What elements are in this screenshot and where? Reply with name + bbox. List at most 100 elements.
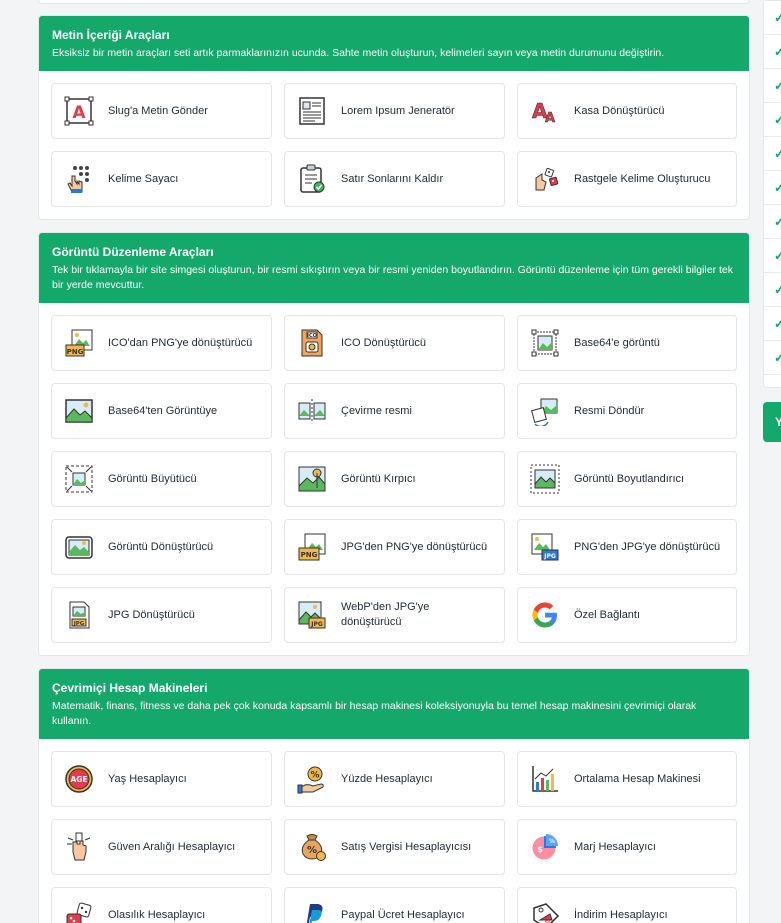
tool-label: Paypal Ücret Hesaplayıcı bbox=[341, 908, 465, 921]
section-title: Görüntü Düzenleme Araçları bbox=[52, 245, 214, 259]
tool-label: JPG'den PNG'ye dönüştürücü bbox=[341, 540, 488, 553]
tool-image-to-base64[interactable]: Base64'e görüntü bbox=[517, 315, 737, 371]
tool-label: Rastgele Kelime Oluşturucu bbox=[574, 172, 711, 185]
tool-label: JPG Dönüştürücü bbox=[108, 608, 195, 621]
text-to-slug-icon: A bbox=[64, 96, 94, 126]
check-icon: ✓ bbox=[764, 103, 781, 137]
tool-ico-to-png[interactable]: PNG ICO'dan PNG'ye dönüştürücü bbox=[51, 315, 272, 371]
section-description: Tek bir tıklamayla bir site simgesi oluş… bbox=[52, 264, 734, 291]
tool-lorem-ipsum[interactable]: Lorem Ipsum Jeneratör bbox=[284, 83, 505, 139]
confidence-icon bbox=[64, 832, 94, 862]
tool-discount[interactable]: % İndirim Hesaplayıcı bbox=[517, 887, 737, 923]
tool-margin-calculator[interactable]: $% Marj Hesaplayıcı bbox=[517, 819, 737, 875]
section-header: Çevrimiçi Hesap Makineleri Matematik, fi… bbox=[39, 669, 749, 739]
tool-label: İndirim Hesaplayıcı bbox=[574, 908, 668, 921]
tool-grid: PNG ICO'dan PNG'ye dönüştürücü ICO ICO D… bbox=[39, 303, 749, 655]
tool-random-word[interactable]: Rastgele Kelime Oluşturucu bbox=[517, 151, 737, 207]
svg-text:%: % bbox=[549, 838, 555, 845]
svg-text:JPG: JPG bbox=[543, 553, 556, 560]
tool-label: Görüntü Dönüştürücü bbox=[108, 540, 214, 553]
check-icon: ✓ bbox=[764, 137, 781, 171]
tool-label: Slug'a Metin Gönder bbox=[108, 104, 208, 117]
section-header: Metin İçeriği Araçları Eksiksiz bir meti… bbox=[39, 16, 749, 71]
svg-text:$: $ bbox=[537, 845, 543, 854]
tool-label: Görüntü Kırpıcı bbox=[341, 472, 416, 485]
tool-base64-to-image[interactable]: Base64'ten Görüntüye bbox=[51, 383, 272, 439]
tool-label: Çevirme resmi bbox=[341, 404, 412, 417]
resize-image-icon bbox=[530, 464, 560, 494]
svg-text:%: % bbox=[307, 845, 317, 856]
tool-paypal-fee[interactable]: Paypal Ücret Hesaplayıcı bbox=[284, 887, 505, 923]
tool-text-to-slug[interactable]: A Slug'a Metin Gönder bbox=[51, 83, 272, 139]
tool-label: Ortalama Hesap Makinesi bbox=[574, 772, 701, 785]
check-icon: ✓ bbox=[764, 239, 781, 273]
previous-card-edge bbox=[38, 0, 750, 4]
section-header: Görüntü Düzenleme Araçları Tek bir tıkla… bbox=[39, 233, 749, 303]
tool-average-calculator[interactable]: Ortalama Hesap Makinesi bbox=[517, 751, 737, 807]
jpg-to-png-icon: PNG bbox=[297, 532, 327, 562]
tool-label: Resmi Döndür bbox=[574, 404, 645, 417]
check-icon: ✓ bbox=[764, 1, 781, 35]
tool-probability[interactable]: Olasılık Hesaplayıcı bbox=[51, 887, 272, 923]
sidebar-action-button[interactable]: Y bbox=[763, 402, 781, 442]
check-icon: ✓ bbox=[764, 273, 781, 307]
tool-grid: AGE Yaş Hesaplayıcı % Yüzde Hesaplayıcı … bbox=[39, 739, 749, 923]
tool-label: WebP'den JPG'ye dönüştürücü bbox=[341, 601, 430, 628]
tool-label: Satır Sonlarını Kaldır bbox=[341, 172, 444, 185]
section-calculators: Çevrimiçi Hesap Makineleri Matematik, fi… bbox=[38, 668, 750, 923]
webp-to-jpg-icon: JPG bbox=[297, 600, 327, 630]
tool-ico-converter[interactable]: ICO ICO Dönüştürücü bbox=[284, 315, 505, 371]
check-icon: ✓ bbox=[764, 307, 781, 341]
tool-grid: A Slug'a Metin Gönder Lorem Ipsum Jenera… bbox=[39, 71, 749, 219]
tool-case-converter[interactable]: AA Kasa Dönüştürücü bbox=[517, 83, 737, 139]
tool-label: Base64'ten Görüntüye bbox=[108, 404, 218, 417]
tool-image-converter[interactable]: Görüntü Dönüştürücü bbox=[51, 519, 272, 575]
tool-image-resizer[interactable]: Görüntü Boyutlandırıcı bbox=[517, 451, 737, 507]
tool-rotate-image[interactable]: Resmi Döndür bbox=[517, 383, 737, 439]
tool-flip-image[interactable]: Çevirme resmi bbox=[284, 383, 505, 439]
tool-confidence-interval[interactable]: Güven Aralığı Hesaplayıcı bbox=[51, 819, 272, 875]
check-icon: ✓ bbox=[764, 341, 781, 375]
tool-image-enlarger[interactable]: Görüntü Büyütücü bbox=[51, 451, 272, 507]
tool-word-counter[interactable]: Kelime Sayacı bbox=[51, 151, 272, 207]
tool-label: Görüntü Büyütücü bbox=[108, 472, 197, 485]
google-icon bbox=[530, 600, 560, 630]
tool-label: Yüzde Hesaplayıcı bbox=[341, 772, 433, 785]
tool-label: Yaş Hesaplayıcı bbox=[108, 772, 187, 785]
lorem-ipsum-icon bbox=[297, 96, 327, 126]
jpg-file-icon: JPG bbox=[64, 600, 94, 630]
tool-custom-link[interactable]: Özel Bağlantı bbox=[517, 587, 737, 643]
tool-label: Görüntü Boyutlandırıcı bbox=[574, 472, 685, 485]
image-icon bbox=[64, 396, 94, 426]
tool-label: Olasılık Hesaplayıcı bbox=[108, 908, 206, 921]
discount-tag-icon: % bbox=[530, 900, 560, 923]
tool-image-cropper[interactable]: Görüntü Kırpıcı bbox=[284, 451, 505, 507]
svg-text:JPG: JPG bbox=[310, 621, 323, 628]
image-frame-icon bbox=[530, 328, 560, 358]
flip-image-icon bbox=[297, 396, 327, 426]
section-text-tools: Metin İçeriği Araçları Eksiksiz bir meti… bbox=[38, 15, 750, 220]
section-image-tools: Görüntü Düzenleme Araçları Tek bir tıkla… bbox=[38, 232, 750, 656]
tool-sales-tax[interactable]: % Satış Vergisi Hesaplayıcısı bbox=[284, 819, 505, 875]
svg-text:AGE: AGE bbox=[70, 775, 87, 784]
average-chart-icon bbox=[530, 764, 560, 794]
enlarge-image-icon bbox=[64, 464, 94, 494]
tool-jpg-converter[interactable]: JPG JPG Dönüştürücü bbox=[51, 587, 272, 643]
section-description: Matematik, finans, fitness ve daha pek ç… bbox=[52, 700, 697, 727]
word-counter-icon bbox=[64, 164, 94, 194]
dice-icon bbox=[64, 900, 94, 923]
tool-remove-line-breaks[interactable]: Satır Sonlarını Kaldır bbox=[284, 151, 505, 207]
tool-jpg-to-png[interactable]: PNG JPG'den PNG'ye dönüştürücü bbox=[284, 519, 505, 575]
svg-text:A: A bbox=[545, 111, 555, 126]
tool-png-to-jpg[interactable]: JPG PNG'den JPG'ye dönüştürücü bbox=[517, 519, 737, 575]
png-file-icon: PNG bbox=[64, 328, 94, 358]
tool-percentage-calculator[interactable]: % Yüzde Hesaplayıcı bbox=[284, 751, 505, 807]
png-to-jpg-icon: JPG bbox=[530, 532, 560, 562]
tool-label: PNG'den JPG'ye dönüştürücü bbox=[574, 540, 721, 553]
paypal-icon bbox=[297, 900, 327, 923]
tool-age-calculator[interactable]: AGE Yaş Hesaplayıcı bbox=[51, 751, 272, 807]
percentage-icon: % bbox=[297, 764, 327, 794]
tool-label: ICO Dönüştürücü bbox=[341, 336, 426, 349]
tool-label: Marj Hesaplayıcı bbox=[574, 840, 656, 853]
tool-webp-to-jpg[interactable]: JPG WebP'den JPG'ye dönüştürücü bbox=[284, 587, 505, 643]
